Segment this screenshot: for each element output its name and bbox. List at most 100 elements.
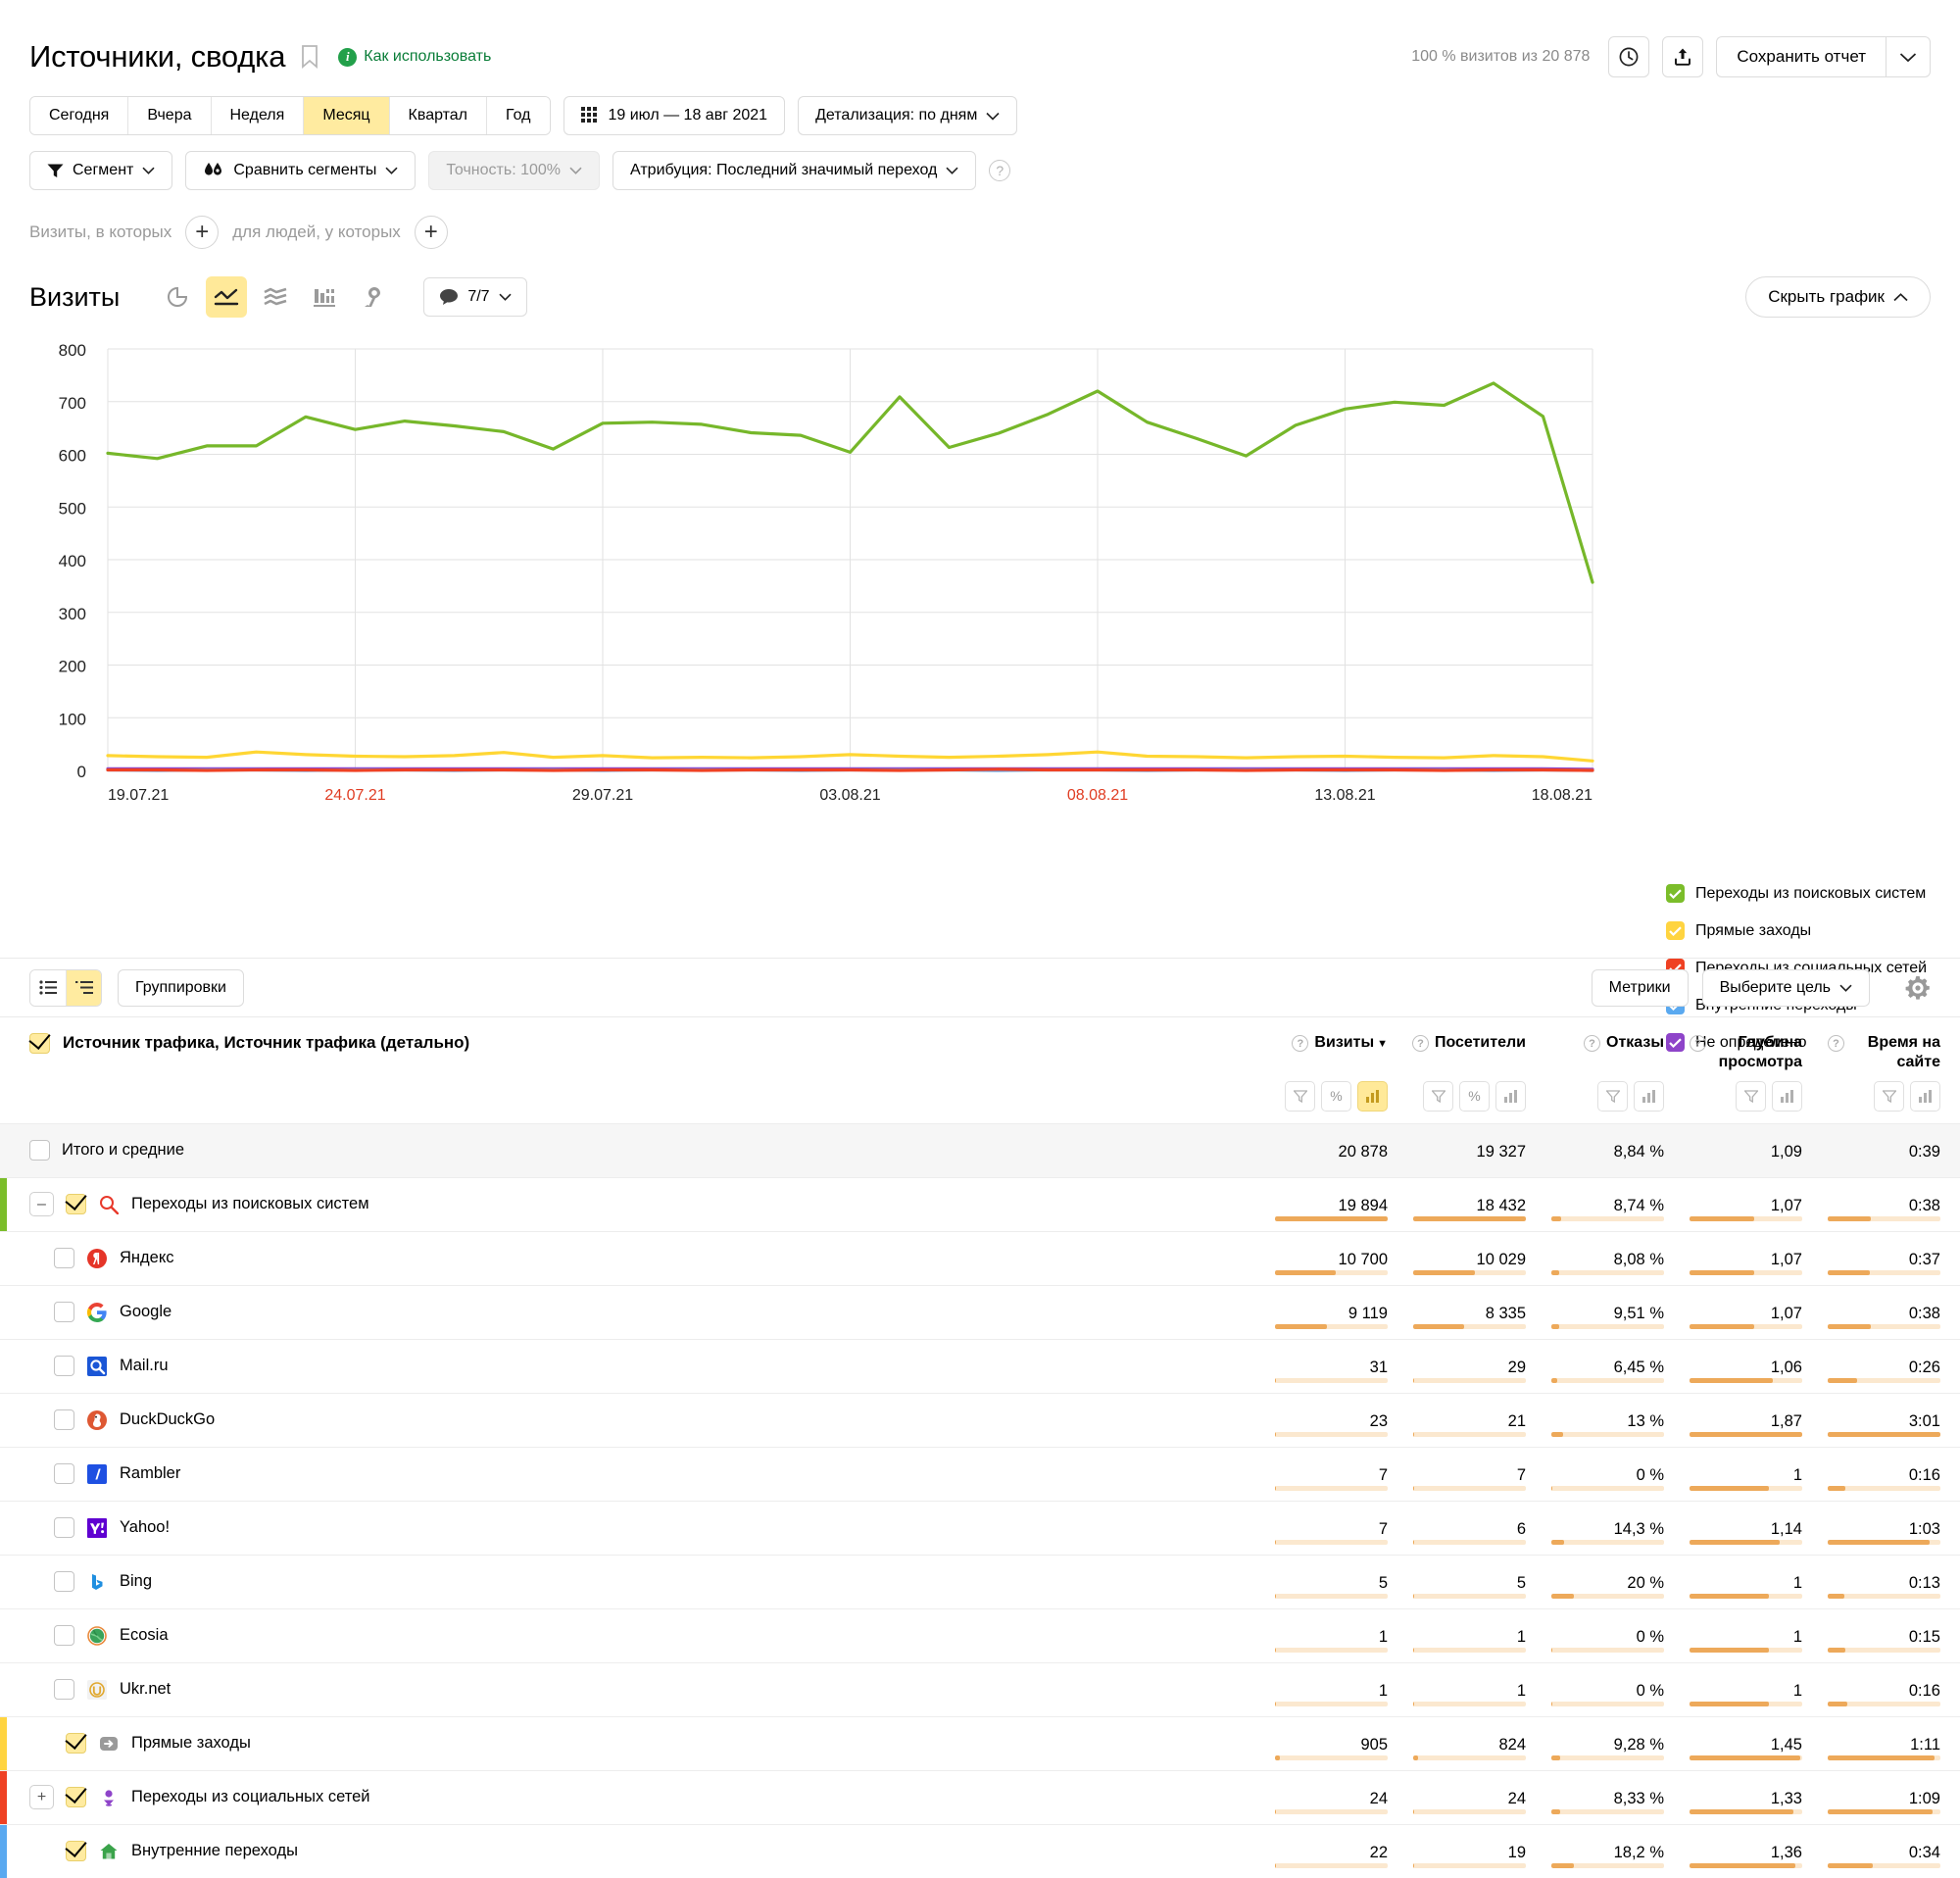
metrics-button[interactable]: Метрики [1591, 968, 1689, 1007]
legend-checkbox[interactable] [1666, 884, 1685, 903]
comments-dropdown[interactable]: 7/7 [423, 277, 527, 317]
row-checkbox[interactable] [54, 1409, 74, 1431]
row-checkbox[interactable] [66, 1787, 86, 1808]
help-icon[interactable]: ? [1690, 1035, 1706, 1052]
help-icon[interactable]: ? [1828, 1035, 1844, 1052]
hide-chart-button[interactable]: Скрыть график [1745, 276, 1931, 318]
column-header-visits[interactable]: ? Визиты ▼ [1269, 1017, 1407, 1073]
metric-bar [1413, 1323, 1526, 1329]
help-icon[interactable]: ? [1292, 1035, 1309, 1052]
row-checkbox[interactable] [54, 1356, 74, 1377]
percent-icon[interactable]: % [1459, 1080, 1490, 1112]
row-checkbox[interactable] [54, 1679, 74, 1701]
settings-button[interactable] [1905, 975, 1931, 1001]
column-header-bounces[interactable]: ? Отказы [1545, 1017, 1684, 1073]
row-expander[interactable]: – [29, 1192, 54, 1217]
bar-icon[interactable] [1634, 1080, 1664, 1112]
accuracy-dropdown[interactable]: Точность: 100% [428, 151, 601, 190]
filter-icon[interactable] [1285, 1080, 1315, 1112]
period-today[interactable]: Сегодня [30, 97, 129, 134]
save-report-group: Сохранить отчет [1716, 36, 1931, 77]
filter-icon[interactable] [1423, 1080, 1453, 1112]
percent-icon[interactable]: % [1321, 1080, 1351, 1112]
period-month[interactable]: Месяц [304, 97, 390, 134]
period-year[interactable]: Год [487, 97, 550, 134]
help-icon[interactable]: ? [1584, 1035, 1600, 1052]
row-checkbox[interactable] [54, 1517, 74, 1539]
bar-chart-icon[interactable] [304, 276, 345, 318]
period-yesterday[interactable]: Вчера [128, 97, 212, 134]
table-row[interactable]: Rambler 7 7 0 % 1 0:16 [0, 1447, 1960, 1501]
legend-checkbox[interactable] [1666, 921, 1685, 940]
row-checkbox[interactable] [66, 1841, 86, 1862]
metric-cell: 20 878 [1269, 1123, 1407, 1177]
column-header-time[interactable]: ? Время на сайте [1822, 1017, 1960, 1073]
pie-chart-icon[interactable] [157, 276, 198, 318]
table-row[interactable]: DuckDuckGo 23 21 13 % 1,87 3:01 [0, 1393, 1960, 1447]
row-checkbox[interactable] [54, 1625, 74, 1647]
table-row[interactable]: Итого и средние 20 878 19 327 8,84 % 1,09 0:3… [0, 1123, 1960, 1178]
column-header-visitors[interactable]: ? Посетители [1407, 1017, 1545, 1073]
table-row[interactable]: Yahoo! 7 6 14,3 % 1,14 1:03 [0, 1501, 1960, 1555]
period-quarter[interactable]: Квартал [389, 97, 488, 134]
chart-canvas[interactable]: 0 100 200 300 400 500 600 700 800 19.07.21 24.07.2… [0, 339, 1960, 829]
filter-icon[interactable] [1874, 1080, 1904, 1112]
row-checkbox[interactable] [54, 1248, 74, 1269]
row-checkbox[interactable] [54, 1302, 74, 1323]
metric-bar [1275, 1269, 1388, 1275]
export-button[interactable] [1662, 36, 1704, 77]
legend-item-search[interactable]: Переходы из поисковых систем [1666, 884, 1927, 903]
table-row[interactable]: Ecosia 1 1 0 % 1 0:15 [0, 1608, 1960, 1662]
compare-segments-dropdown[interactable]: Сравнить сегменты [185, 151, 416, 190]
history-button[interactable] [1608, 36, 1650, 77]
detail-level-dropdown[interactable]: Детализация: по дням [798, 96, 1018, 135]
table-row[interactable]: Яндекс 10 700 10 029 8,08 % 1,07 0:37 [0, 1231, 1960, 1285]
list-view-button[interactable] [30, 969, 66, 1006]
filter-icon[interactable] [1597, 1080, 1628, 1112]
row-checkbox[interactable] [54, 1463, 74, 1485]
table-row[interactable]: + Переходы из социальных сетей 24 24 8,33 % 1… [0, 1770, 1960, 1824]
goal-dropdown[interactable]: Выберите цель [1701, 968, 1870, 1007]
info-icon: i [338, 47, 358, 67]
how-to-use-link[interactable]: i Как использовать [338, 47, 491, 67]
add-visit-condition-button[interactable]: + [185, 216, 220, 249]
table-row[interactable]: Google 9 119 8 335 9,51 % 1,07 0:38 [0, 1285, 1960, 1339]
table-row[interactable]: Bing 5 5 20 % 1 0:13 [0, 1555, 1960, 1608]
row-expander[interactable]: + [29, 1785, 54, 1810]
metric-cell: 7 [1269, 1501, 1407, 1555]
table-row[interactable]: Внутренние переходы 22 19 18,2 % 1,36 0:34 [0, 1824, 1960, 1878]
filter-icon[interactable] [1736, 1080, 1766, 1112]
row-checkbox[interactable] [54, 1571, 74, 1593]
table-row[interactable]: – Переходы из поисковых систем 19 894 18 43… [0, 1177, 1960, 1231]
bar-icon[interactable] [1495, 1080, 1526, 1112]
metric-bar [1551, 1215, 1664, 1221]
select-all-checkbox[interactable] [29, 1033, 50, 1054]
table-row[interactable]: Mail.ru 31 29 6,45 % 1,06 0:26 [0, 1339, 1960, 1393]
row-checkbox[interactable] [29, 1140, 50, 1161]
table-row[interactable]: Прямые заходы 905 824 9,28 % 1,45 1:11 [0, 1716, 1960, 1770]
tree-view-button[interactable] [66, 969, 101, 1006]
bar-icon[interactable] [1772, 1080, 1802, 1112]
bar-icon[interactable] [1357, 1080, 1388, 1112]
period-week[interactable]: Неделя [211, 97, 305, 134]
help-icon[interactable]: ? [1411, 1035, 1429, 1052]
legend-item-direct[interactable]: Прямые заходы [1666, 921, 1927, 940]
bar-icon[interactable] [1910, 1080, 1940, 1112]
add-people-condition-button[interactable]: + [414, 216, 448, 249]
bookmark-icon[interactable] [301, 45, 318, 69]
map-icon[interactable] [353, 276, 394, 318]
groupings-button[interactable]: Группировки [118, 968, 244, 1007]
save-report-button[interactable]: Сохранить отчет [1716, 36, 1886, 77]
row-checkbox[interactable] [66, 1194, 86, 1215]
metric-cell: 1,09 [1684, 1123, 1822, 1177]
segment-dropdown[interactable]: Сегмент [29, 151, 173, 190]
line-chart-icon[interactable] [206, 276, 248, 318]
area-chart-icon[interactable] [255, 276, 296, 318]
attribution-help-icon[interactable]: ? [989, 160, 1011, 181]
save-report-caret[interactable] [1886, 36, 1931, 77]
table-row[interactable]: Ukr.net 1 1 0 % 1 0:16 [0, 1662, 1960, 1716]
column-header-depth[interactable]: ? Глубина просмотра [1684, 1017, 1822, 1073]
date-range-picker[interactable]: 19 июл — 18 авг 2021 [563, 96, 786, 135]
row-checkbox[interactable] [66, 1733, 86, 1754]
attribution-dropdown[interactable]: Атрибуция: Последний значимый переход [612, 151, 977, 190]
